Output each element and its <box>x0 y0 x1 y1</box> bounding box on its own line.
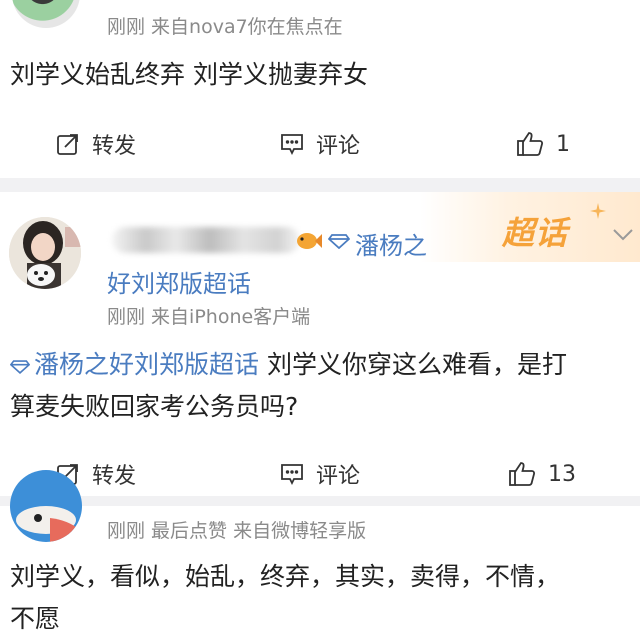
post-content: 潘杨之好刘郑版超话 刘学义你穿这么难看，是打 算麦失败回家考公务员吗? <box>10 344 635 428</box>
avatar[interactable] <box>10 470 82 542</box>
username-line2[interactable]: 好刘郑版超话 <box>107 264 251 299</box>
post-content: 刘学义，看似，始乱，终弃，其实，卖得，不情， 不愿 <box>10 556 635 640</box>
post-meta: 刚刚 来自nova7你在焦点在 <box>107 16 343 38</box>
action-bar: 转发 评论 1 <box>0 124 640 164</box>
content-line2: 算麦失败回家考公务员吗? <box>10 392 299 421</box>
avatar[interactable] <box>12 0 80 28</box>
avatar-image <box>9 217 81 289</box>
comment-button[interactable]: 评论 <box>280 454 360 494</box>
content-line1: 刘学义，看似，始乱，终弃，其实，卖得，不情， <box>10 562 561 591</box>
like-button[interactable]: 1 <box>516 124 570 164</box>
username-blurred <box>112 227 300 253</box>
diamond-icon <box>328 234 350 249</box>
action-bar: 转发 评论 13 <box>0 454 640 494</box>
post-meta: 刚刚 来自iPhone客户端 <box>107 306 311 328</box>
post-divider <box>0 496 640 506</box>
repost-icon <box>57 134 78 155</box>
avatar[interactable] <box>9 217 81 289</box>
post-divider <box>0 178 640 192</box>
post-meta: 刚刚 最后点赞 来自微博轻享版 <box>107 520 367 542</box>
like-icon <box>509 462 536 486</box>
repost-label: 转发 <box>92 134 137 159</box>
content-line1: 刘学义你穿这么难看，是打 <box>259 350 567 379</box>
like-button[interactable]: 13 <box>508 454 576 494</box>
post-content: 刘学义始乱终弃 刘学义抛妻弃女 <box>10 60 368 89</box>
avatar-image <box>10 470 82 542</box>
chevron-down-icon[interactable] <box>612 228 634 242</box>
comment-label: 评论 <box>316 464 361 489</box>
topic-link[interactable]: 潘杨之好刘郑版超话 <box>10 350 259 379</box>
diamond-icon <box>10 360 30 374</box>
post-card-1: 刚刚 来自nova7你在焦点在 刘学义始乱终弃 刘学义抛妻弃女 转发 评论 1 <box>0 0 640 178</box>
content-line2: 不愿 <box>10 604 61 633</box>
comment-label: 评论 <box>316 134 361 159</box>
username[interactable]: 潘杨之 <box>355 226 427 261</box>
sparkle-icon <box>590 203 606 219</box>
like-count: 13 <box>548 461 576 487</box>
comment-icon <box>281 464 303 486</box>
comment-button[interactable]: 评论 <box>280 124 360 164</box>
comment-icon <box>281 134 303 156</box>
topic-label: 潘杨之好刘郑版超话 <box>34 350 260 379</box>
like-icon <box>517 132 544 156</box>
super-topic-badge[interactable]: 超话 <box>502 208 568 254</box>
fish-emoji-icon <box>297 233 322 249</box>
repost-label: 转发 <box>92 464 137 489</box>
repost-button[interactable]: 转发 <box>56 124 136 164</box>
like-count: 1 <box>556 131 570 157</box>
